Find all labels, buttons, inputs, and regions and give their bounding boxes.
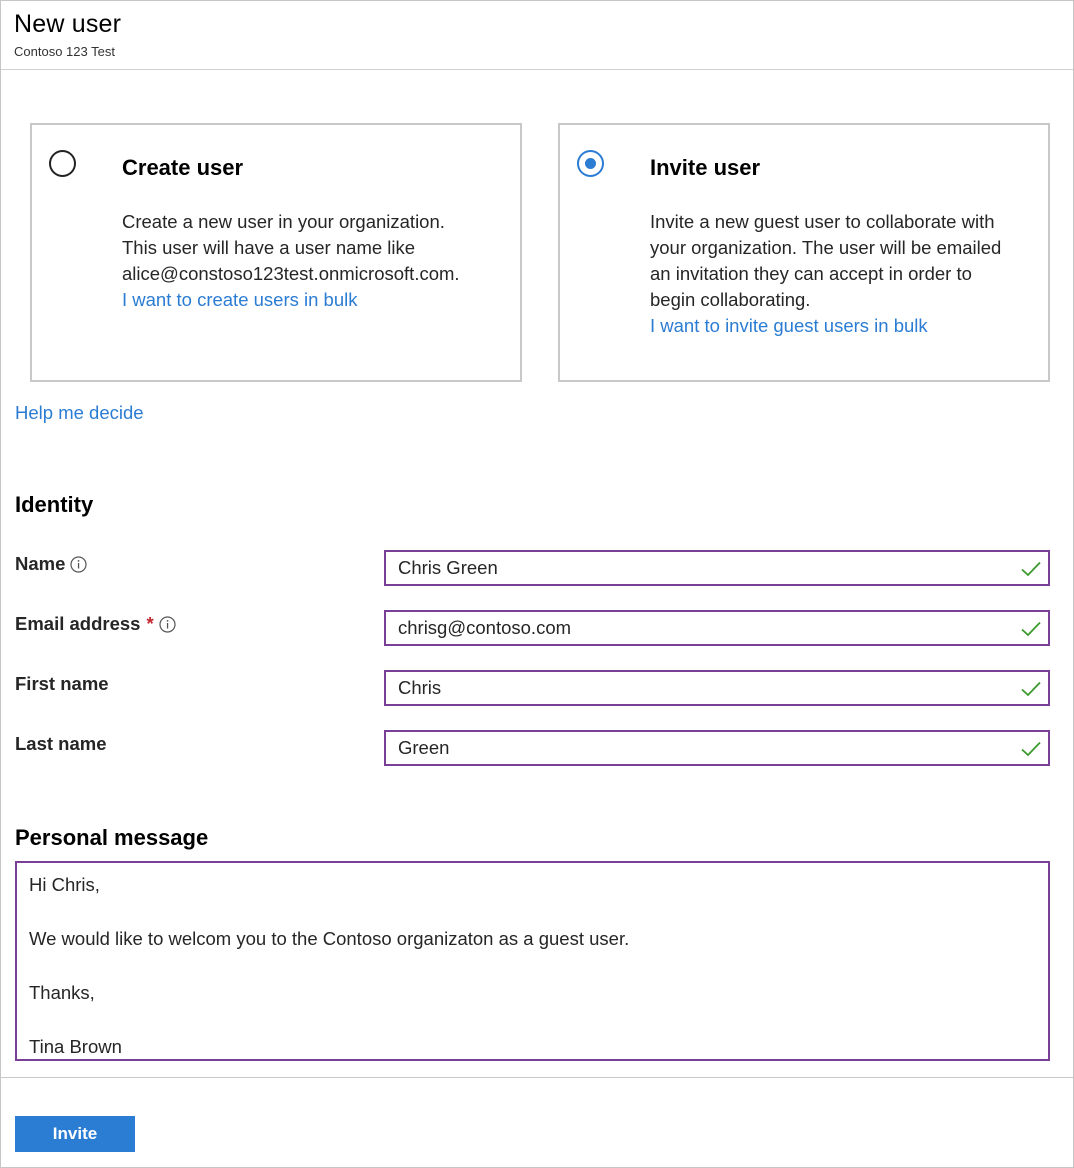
first-name-input[interactable] xyxy=(384,670,1050,706)
name-label: Name xyxy=(15,553,66,574)
info-icon[interactable] xyxy=(159,615,176,633)
checkmark-icon xyxy=(1021,741,1041,757)
checkmark-icon xyxy=(1021,681,1041,697)
email-label: Email address xyxy=(15,613,141,634)
message-line: Tina Brown xyxy=(29,1036,122,1057)
invite-user-option[interactable]: Invite user Invite a new guest user to c… xyxy=(558,123,1050,382)
create-user-desc-line: This user will have a user name like xyxy=(122,237,416,258)
invite-user-desc-line: begin collaborating. xyxy=(650,289,811,310)
invite-button[interactable]: Invite xyxy=(15,1116,135,1152)
invite-user-desc-line: your organization. The user will be emai… xyxy=(650,237,1002,258)
identity-heading: Identity xyxy=(15,492,94,517)
page-title: New user xyxy=(14,10,122,38)
first-name-label-row: First name xyxy=(15,673,109,695)
new-user-panel: New user Contoso 123 Test Create user Cr… xyxy=(0,0,1074,1168)
last-name-label-row: Last name xyxy=(15,733,107,755)
invite-user-description: Invite a new guest user to collaborate w… xyxy=(650,209,1042,339)
message-line: Hi Chris, xyxy=(29,874,100,895)
page-subtitle: Contoso 123 Test xyxy=(14,44,115,59)
create-user-description: Create a new user in your organization. … xyxy=(122,209,514,313)
checkmark-icon xyxy=(1021,561,1041,577)
last-name-label: Last name xyxy=(15,733,107,754)
name-input[interactable] xyxy=(384,550,1050,586)
first-name-label: First name xyxy=(15,673,109,694)
invite-user-radio[interactable] xyxy=(577,150,604,177)
required-indicator: * xyxy=(146,613,154,634)
info-icon[interactable] xyxy=(70,555,87,573)
create-user-radio[interactable] xyxy=(49,150,76,177)
invite-guests-bulk-link[interactable]: I want to invite guest users in bulk xyxy=(650,313,1042,339)
create-user-option[interactable]: Create user Create a new user in your or… xyxy=(30,123,522,382)
checkmark-icon xyxy=(1021,621,1041,637)
create-user-desc-line: alice@constoso123test.onmicrosoft.com. xyxy=(122,263,460,284)
footer-divider xyxy=(1,1077,1073,1078)
invite-user-title: Invite user xyxy=(650,155,761,180)
invite-user-desc-line: Invite a new guest user to collaborate w… xyxy=(650,211,995,232)
create-user-title: Create user xyxy=(122,155,244,180)
personal-message-textarea[interactable]: Hi Chris, We would like to welcom you to… xyxy=(15,861,1050,1061)
email-input[interactable] xyxy=(384,610,1050,646)
message-line: Thanks, xyxy=(29,982,95,1003)
personal-message-heading: Personal message xyxy=(15,825,209,850)
create-user-desc-line: Create a new user in your organization. xyxy=(122,211,445,232)
last-name-input[interactable] xyxy=(384,730,1050,766)
invite-user-desc-line: an invitation they can accept in order t… xyxy=(650,263,972,284)
email-label-row: Email address * xyxy=(15,613,176,635)
name-label-row: Name xyxy=(15,553,87,575)
message-line: We would like to welcom you to the Conto… xyxy=(29,928,630,949)
panel-header: New user Contoso 123 Test xyxy=(1,1,1073,70)
help-me-decide-link[interactable]: Help me decide xyxy=(15,402,144,424)
create-users-bulk-link[interactable]: I want to create users in bulk xyxy=(122,287,514,313)
